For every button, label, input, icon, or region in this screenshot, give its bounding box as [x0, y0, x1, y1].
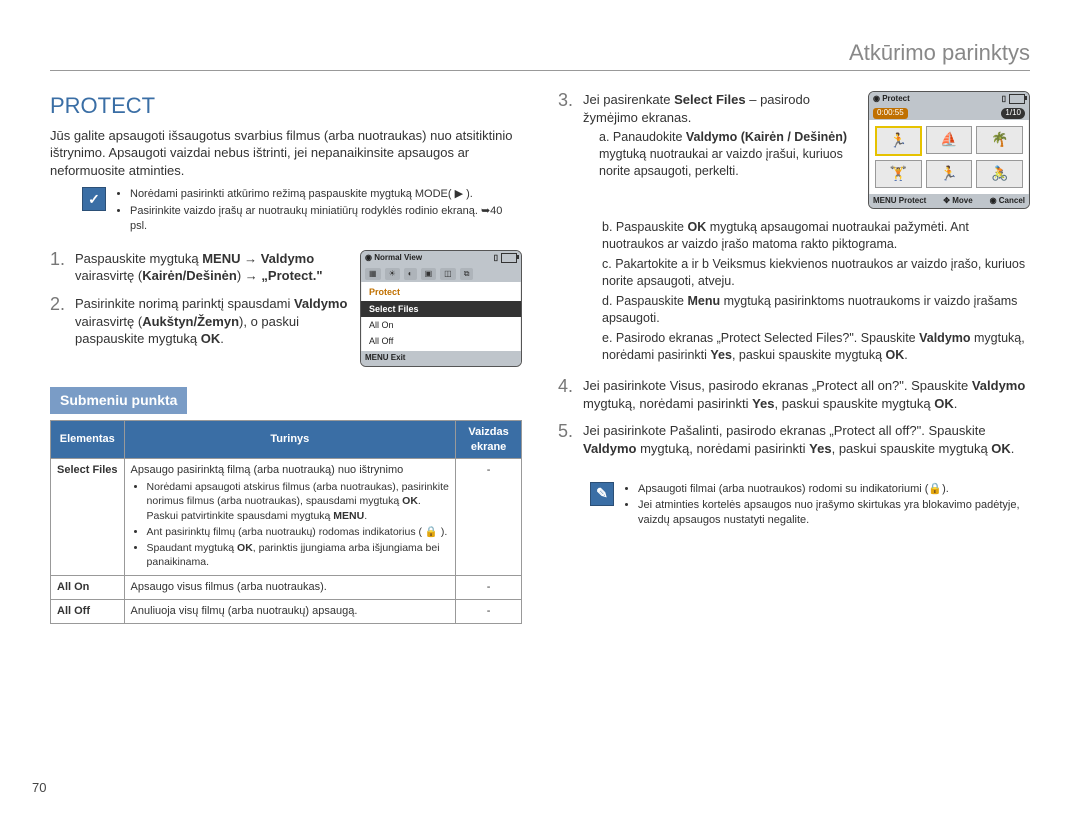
thumb: 🌴	[976, 126, 1023, 154]
lcd-footer-left: MENU Protect	[873, 196, 926, 207]
lcd-menu-item: All Off	[361, 333, 521, 349]
submenu-table: Elementas Turinys Vaizdas ekrane Select …	[50, 420, 522, 624]
table-header: Vaizdas ekrane	[456, 420, 522, 459]
note-callout-1: ✓ Norėdami pasirinkti atkūrimo režimą pa…	[82, 187, 522, 236]
lcd-menu-item: Select Files	[361, 301, 521, 317]
breadcrumb: Atkūrimo parinktys	[849, 40, 1030, 65]
thumb: 🏃	[926, 160, 973, 188]
lcd-title: ◉ Normal View	[365, 253, 422, 264]
page-number: 70	[32, 780, 46, 795]
table-cell-screen: -	[456, 600, 522, 624]
table-cell-elem: All Off	[51, 600, 125, 624]
thumb: ⛵	[926, 126, 973, 154]
left-column: PROTECT Jūs galite apsaugoti išsaugotus …	[50, 91, 522, 624]
table-row: Select Files Apsaugo pasirinktą filmą (a…	[51, 459, 522, 576]
table-cell-elem: All On	[51, 576, 125, 600]
table-cell-desc: Apsaugo pasirinktą filmą (arba nuotrauką…	[124, 459, 456, 576]
subheading: Submeniu punkta	[50, 387, 187, 414]
note-callout-2: ✎ Apsaugoti filmai (arba nuotraukos) rod…	[590, 482, 1030, 531]
step3c: c. Pakartokite a ir b Veiksmus kiekvieno…	[602, 256, 1030, 290]
lcd-footer-mid: ✥ Move	[943, 196, 972, 207]
lcd-footer-right: ◉ Cancel	[990, 196, 1025, 207]
table-cell-screen: -	[456, 576, 522, 600]
section-heading: PROTECT	[50, 91, 522, 121]
step3b: b. Paspauskite OK mygtuką apsaugomai nuo…	[602, 219, 1030, 253]
camera-lcd-menu: ◉ Normal View ▯ ▦☀◐▣◫⧉ Protect Select Fi…	[360, 250, 522, 367]
lcd-count: 1/10	[1001, 108, 1025, 119]
lcd-protect-label: Protect	[361, 284, 521, 300]
table-header: Elementas	[51, 420, 125, 459]
intro-paragraph: Jūs galite apsaugoti išsaugotus svarbius…	[50, 127, 522, 180]
table-row: All Off Anuliuoja visų filmų (arba nuotr…	[51, 600, 522, 624]
note-icon: ✎	[590, 482, 614, 506]
step4-text: Jei pasirinkote Visus, pasirodo ekranas …	[583, 377, 1030, 412]
step-number: 2.	[50, 295, 65, 313]
step-number: 3.	[558, 91, 573, 109]
table-row: All On Apsaugo visus filmus (arba nuotra…	[51, 576, 522, 600]
callout1-item: Pasirinkite vaizdo įrašų ar nuotraukų mi…	[130, 204, 522, 234]
table-cell-desc: Apsaugo visus filmus (arba nuotraukas).	[124, 576, 456, 600]
table-cell-screen: -	[456, 459, 522, 576]
step3-lead: Jei pasirenkate Select Files – pasirodo …	[583, 91, 856, 180]
callout2-item: Apsaugoti filmai (arba nuotraukos) rodom…	[638, 482, 1030, 497]
step3e: e. Pasirodo ekranas „Protect Selected Fi…	[602, 330, 1030, 364]
step-number: 4.	[558, 377, 573, 395]
step3d: d. Paspauskite Menu mygtuką pasirinktoms…	[602, 293, 1030, 327]
camera-lcd-thumbs: ◉ Protect ▯ 0:00:55 1/10 🏃 ⛵ 🌴 🏋️ 🏃 🚴 ME…	[868, 91, 1030, 209]
step1-text: Paspauskite mygtuką MENU → Valdymo vaira…	[75, 250, 348, 285]
lcd-footer-left: MENU Exit	[365, 353, 405, 364]
step2-text: Pasirinkite norimą parinktį spausdami Va…	[75, 295, 348, 348]
right-column: 3. Jei pasirenkate Select Files – pasiro…	[558, 91, 1030, 624]
table-cell-desc: Anuliuoja visų filmų (arba nuotraukų) ap…	[124, 600, 456, 624]
table-header: Turinys	[124, 420, 456, 459]
table-cell-elem: Select Files	[51, 459, 125, 576]
breadcrumb-bar: Atkūrimo parinktys	[50, 40, 1030, 71]
callout2-item: Jei atminties kortelės apsaugos nuo įraš…	[638, 498, 1030, 528]
step-number: 1.	[50, 250, 65, 268]
thumb: 🏃	[875, 126, 922, 156]
lcd-menu-item: All On	[361, 317, 521, 333]
step3a: a. Panaudokite Valdymo (Kairėn / Dešinėn…	[599, 129, 856, 180]
step-number: 5.	[558, 422, 573, 440]
callout1-item: Norėdami pasirinkti atkūrimo režimą pasp…	[130, 187, 522, 202]
step5-text: Jei pasirinkote Pašalinti, pasirodo ekra…	[583, 422, 1030, 457]
thumb: 🏋️	[875, 160, 922, 188]
check-icon: ✓	[82, 187, 106, 211]
lcd-thumbs-title: ◉ Protect	[873, 94, 910, 105]
thumb: 🚴	[976, 160, 1023, 188]
lcd-time: 0:00:55	[873, 108, 908, 119]
